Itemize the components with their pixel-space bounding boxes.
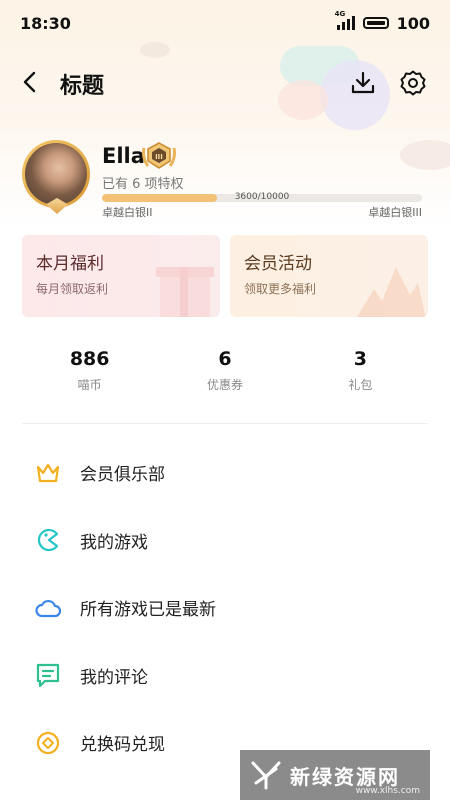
card-subtitle: 领取更多福利 <box>244 282 317 296</box>
stat-gift-packs[interactable]: 3 礼包 <box>293 348 428 408</box>
card-title: 会员活动 <box>244 254 312 274</box>
back-button[interactable] <box>14 66 46 98</box>
menu-item-member-club[interactable]: 会员俱乐部 <box>0 439 450 507</box>
status-bar: 18:30 4G 100 <box>0 0 450 46</box>
network-type: 4G <box>334 10 346 18</box>
menu-item-my-comments[interactable]: 我的评论 <box>0 642 450 710</box>
gear-icon <box>400 70 426 96</box>
menu-label: 会员俱乐部 <box>80 465 165 486</box>
signal-icon: 4G <box>335 10 355 30</box>
stat-value: 886 <box>69 348 110 370</box>
stat-coupons[interactable]: 6 优惠券 <box>157 348 292 408</box>
stat-label: 优惠券 <box>206 378 243 392</box>
coin-icon <box>36 731 60 754</box>
monthly-benefits-card[interactable]: 本月福利 每月领取返利 <box>22 235 220 317</box>
top-bar: 标题 <box>0 58 450 106</box>
profile-section: Ella III 已有 6 项特权 3600/10000 卓越白银II 卓越白银… <box>22 140 428 220</box>
menu-label: 我的游戏 <box>80 532 148 553</box>
privileges-count: 已有 6 项特权 <box>102 177 184 192</box>
card-title: 本月福利 <box>36 254 104 274</box>
next-level: 卓越白银III <box>368 206 422 219</box>
menu-label: 所有游戏已是最新 <box>80 600 216 621</box>
divider <box>22 423 428 424</box>
menu-label: 我的评论 <box>80 667 148 688</box>
watermark-logo-icon <box>251 761 281 790</box>
stats-row: 886 喵币 6 优惠券 3 礼包 <box>22 348 428 408</box>
page-title: 标题 <box>60 74 105 99</box>
comment-icon <box>36 664 60 688</box>
rank-badge-text: III <box>155 153 163 161</box>
crown-icon <box>36 463 60 482</box>
user-name: Ella <box>102 144 145 168</box>
menu-item-my-games[interactable]: 我的游戏 <box>0 507 450 575</box>
card-subtitle: 每月领取返利 <box>36 282 109 296</box>
settings-button[interactable] <box>396 66 430 100</box>
menu-list: 会员俱乐部 我的游戏 所有游戏已是最新 我的评论 兑换码兑现 <box>0 439 450 777</box>
rank-badge-icon[interactable]: III <box>140 140 178 174</box>
game-icon <box>37 529 59 552</box>
battery-level: 100 <box>396 13 430 33</box>
status-time: 18:30 <box>20 13 71 33</box>
battery-icon <box>362 17 389 29</box>
watermark-url: www.xlhs.com <box>355 786 420 796</box>
stat-coins[interactable]: 886 喵币 <box>22 348 157 408</box>
stat-label: 礼包 <box>348 378 373 392</box>
current-level: 卓越白银II <box>102 206 153 219</box>
member-activities-card[interactable]: 会员活动 领取更多福利 <box>230 235 428 317</box>
watermark: 新绿资源网 www.xlhs.com <box>240 750 430 800</box>
avatar[interactable] <box>22 140 90 208</box>
download-icon <box>351 71 375 94</box>
back-arrow-icon <box>23 71 36 93</box>
stat-value: 6 <box>218 348 232 370</box>
stat-value: 3 <box>353 348 367 370</box>
menu-item-game-updates[interactable]: 所有游戏已是最新 <box>0 574 450 642</box>
download-button[interactable] <box>346 66 380 100</box>
level-progress-text: 3600/10000 <box>234 192 290 202</box>
menu-label: 兑换码兑现 <box>80 735 165 756</box>
stat-label: 喵币 <box>77 378 102 392</box>
cloud-icon <box>35 599 62 617</box>
